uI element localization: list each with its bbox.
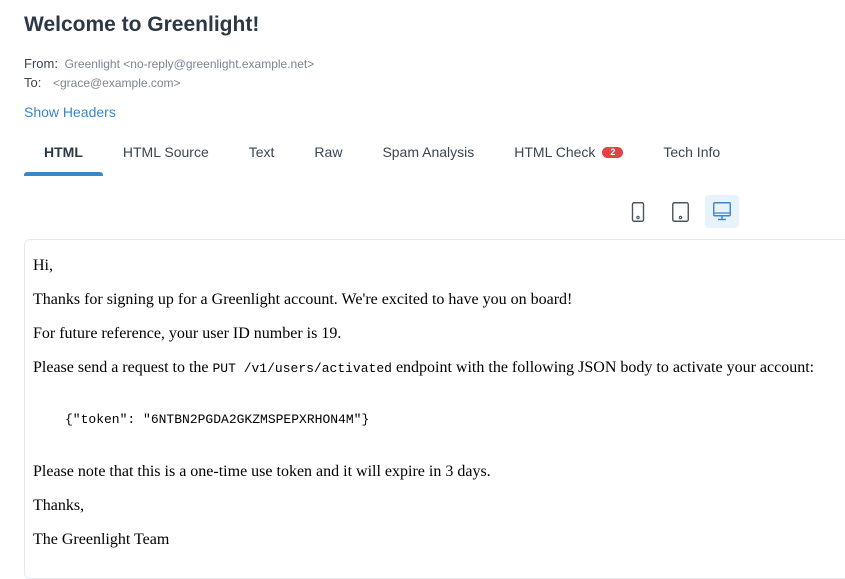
tab-label: Spam Analysis <box>382 144 475 160</box>
to-label: To: <box>24 75 42 90</box>
tablet-view-button[interactable] <box>663 195 697 228</box>
tab-html-source[interactable]: HTML Source <box>103 136 229 176</box>
mobile-icon <box>631 201 645 222</box>
body-line-4: Please note that this is a one-time use … <box>33 463 491 480</box>
from-row: From: Greenlight <no-reply@greenlight.ex… <box>24 56 314 71</box>
html-check-badge: 2 <box>602 147 624 158</box>
signature: The Greenlight Team <box>33 531 170 548</box>
tab-spam-analysis[interactable]: Spam Analysis <box>362 136 494 176</box>
from-label: From: <box>24 56 58 71</box>
tab-tech-info[interactable]: Tech Info <box>643 136 740 176</box>
body-line-3-after: endpoint with the following JSON body to… <box>391 359 815 376</box>
tab-label: Raw <box>314 144 343 160</box>
to-value: <grace@example.com> <box>52 76 181 90</box>
from-value: Greenlight <no-reply@greenlight.example.… <box>64 57 315 71</box>
signoff: Thanks, <box>33 497 85 514</box>
body-line-3: Please send a request to the PUT /v1/use… <box>33 359 814 377</box>
tab-label: HTML <box>44 144 83 160</box>
tab-html-check[interactable]: HTML Check 2 <box>494 136 643 176</box>
endpoint-code: PUT /v1/users/activated <box>212 361 392 376</box>
tab-label: HTML Check <box>514 144 596 160</box>
show-headers-link[interactable]: Show Headers <box>24 104 116 120</box>
email-html-preview: Hi, Thanks for signing up for a Greenlig… <box>24 239 845 579</box>
desktop-icon <box>713 202 731 221</box>
body-line-2: For future reference, your user ID numbe… <box>33 325 342 342</box>
tab-label: Tech Info <box>663 144 721 160</box>
device-view-switcher <box>621 195 739 228</box>
greeting: Hi, <box>33 257 53 274</box>
to-row: To: <grace@example.com> <box>24 75 181 90</box>
body-line-1: Thanks for signing up for a Greenlight a… <box>33 291 573 308</box>
tab-label: Text <box>248 144 275 160</box>
view-tabs: HTML HTML Source Text Raw Spam Analysis … <box>24 136 740 176</box>
json-body-code: {"token": "6NTBN2PGDA2GKZMSPEPXRHON4M"} <box>65 412 370 427</box>
tab-text[interactable]: Text <box>229 136 295 176</box>
desktop-view-button[interactable] <box>705 195 739 228</box>
tab-html[interactable]: HTML <box>24 136 103 176</box>
tab-raw[interactable]: Raw <box>294 136 362 176</box>
mobile-view-button[interactable] <box>621 195 655 228</box>
tab-label: HTML Source <box>122 144 209 160</box>
email-subject: Welcome to Greenlight! <box>24 13 260 36</box>
tablet-icon <box>671 201 689 222</box>
body-line-3-before: Please send a request to the <box>33 359 213 376</box>
